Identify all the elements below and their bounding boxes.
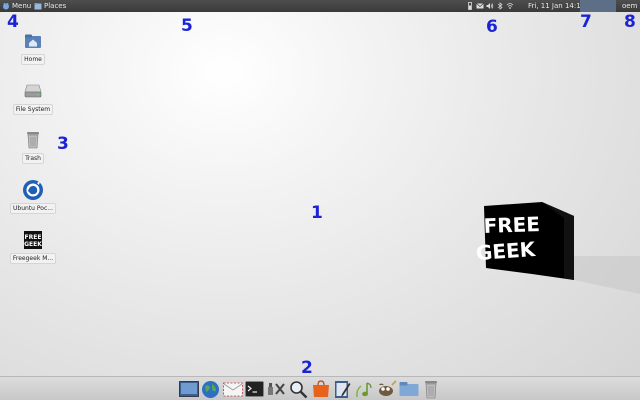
system-tray (466, 0, 514, 12)
annotation-7: 7 (580, 12, 592, 32)
volume-icon[interactable] (486, 2, 494, 10)
dock-mail[interactable] (222, 379, 243, 399)
desktop-icon-home[interactable]: Home (8, 30, 58, 65)
user-name: oem (622, 2, 638, 10)
annotation-5: 5 (181, 16, 193, 36)
dock-terminal[interactable] (244, 379, 265, 399)
dock-web-browser[interactable] (200, 379, 221, 399)
network-wifi-icon[interactable] (506, 2, 514, 10)
search-icon (290, 380, 308, 398)
web-browser-icon (202, 380, 219, 398)
desktop-icon-file-system[interactable]: File System (8, 80, 58, 115)
freegeek-manual-icon: FREE GEEK (22, 229, 44, 251)
mail-notification-icon[interactable] (476, 2, 484, 10)
desktop-icon-trash[interactable]: Trash (8, 129, 58, 164)
dock-software-center[interactable] (310, 379, 331, 399)
text-editor-icon (334, 380, 350, 398)
dock-text-editor[interactable] (332, 379, 353, 399)
audio-player-icon (356, 381, 372, 397)
dock-settings-manager[interactable] (266, 379, 287, 399)
show-desktop-icon (178, 381, 199, 397)
dock-gimp[interactable] (376, 379, 397, 399)
settings-manager-icon (268, 383, 285, 395)
annotation-4: 4 (7, 12, 19, 32)
desktop-icon-label: Home (21, 54, 45, 65)
desktop-icon-label: Ubuntu Poc... (10, 203, 56, 214)
user-menu[interactable]: oem (622, 0, 637, 12)
bluetooth-icon[interactable] (496, 2, 504, 10)
annotation-6: 6 (486, 17, 498, 37)
ubuntu-pocket-guide-icon (22, 179, 44, 201)
xfce-mouse-icon (3, 3, 9, 10)
freegeek-cube-logo: FREE GEEK (475, 202, 640, 294)
workspace-switcher[interactable] (580, 0, 616, 12)
gimp-icon (378, 380, 397, 396)
top-panel: Menu Places Fri, 11 Jan 14:14 oem (0, 0, 640, 12)
places-menu-button[interactable]: Places (34, 0, 66, 12)
places-label: Places (44, 2, 67, 10)
annotation-1: 1 (311, 203, 323, 223)
cube-logo-line1: FREE (483, 212, 540, 238)
dock-file-manager[interactable] (398, 379, 419, 399)
annotation-3: 3 (57, 134, 69, 154)
terminal-icon (245, 381, 264, 397)
clock-text: Fri, 11 Jan 14:14 (528, 2, 586, 10)
desktop-icon-label: Freegeek M... (9, 253, 57, 264)
mail-icon (222, 382, 243, 397)
software-center-icon (312, 380, 329, 397)
freegeek-logo-text-geek: GEEK (24, 241, 42, 248)
drive-icon (22, 80, 44, 102)
desktop-icon-freegeek-manual[interactable]: FREE GEEK Freegeek M... (8, 229, 58, 264)
desktop-icon-label: File System (12, 104, 54, 115)
places-folder-icon (34, 3, 42, 10)
desktop-icon-label: Trash (22, 153, 44, 164)
dock-trash[interactable] (420, 379, 441, 399)
file-manager-icon (399, 382, 418, 396)
desktop-icon-ubuntu-pocket-guide[interactable]: Ubuntu Poc... (8, 179, 58, 214)
annotation-8: 8 (624, 12, 636, 32)
dock-show-desktop[interactable] (178, 379, 199, 399)
bottom-dock (0, 376, 640, 400)
freegeek-logo-text-free: FREE (25, 234, 42, 241)
trash-icon (424, 380, 437, 398)
battery-icon[interactable] (466, 2, 474, 10)
cube-logo-line2: GEEK (475, 237, 537, 265)
applications-menu-button[interactable]: Menu (2, 0, 31, 12)
home-folder-icon (22, 30, 44, 52)
annotation-2: 2 (301, 358, 313, 378)
dock-audio-player[interactable] (354, 379, 375, 399)
dock-search[interactable] (288, 379, 309, 399)
clock[interactable]: Fri, 11 Jan 14:14 (528, 0, 585, 12)
trash-icon (22, 129, 44, 151)
menu-label: Menu (12, 2, 32, 10)
